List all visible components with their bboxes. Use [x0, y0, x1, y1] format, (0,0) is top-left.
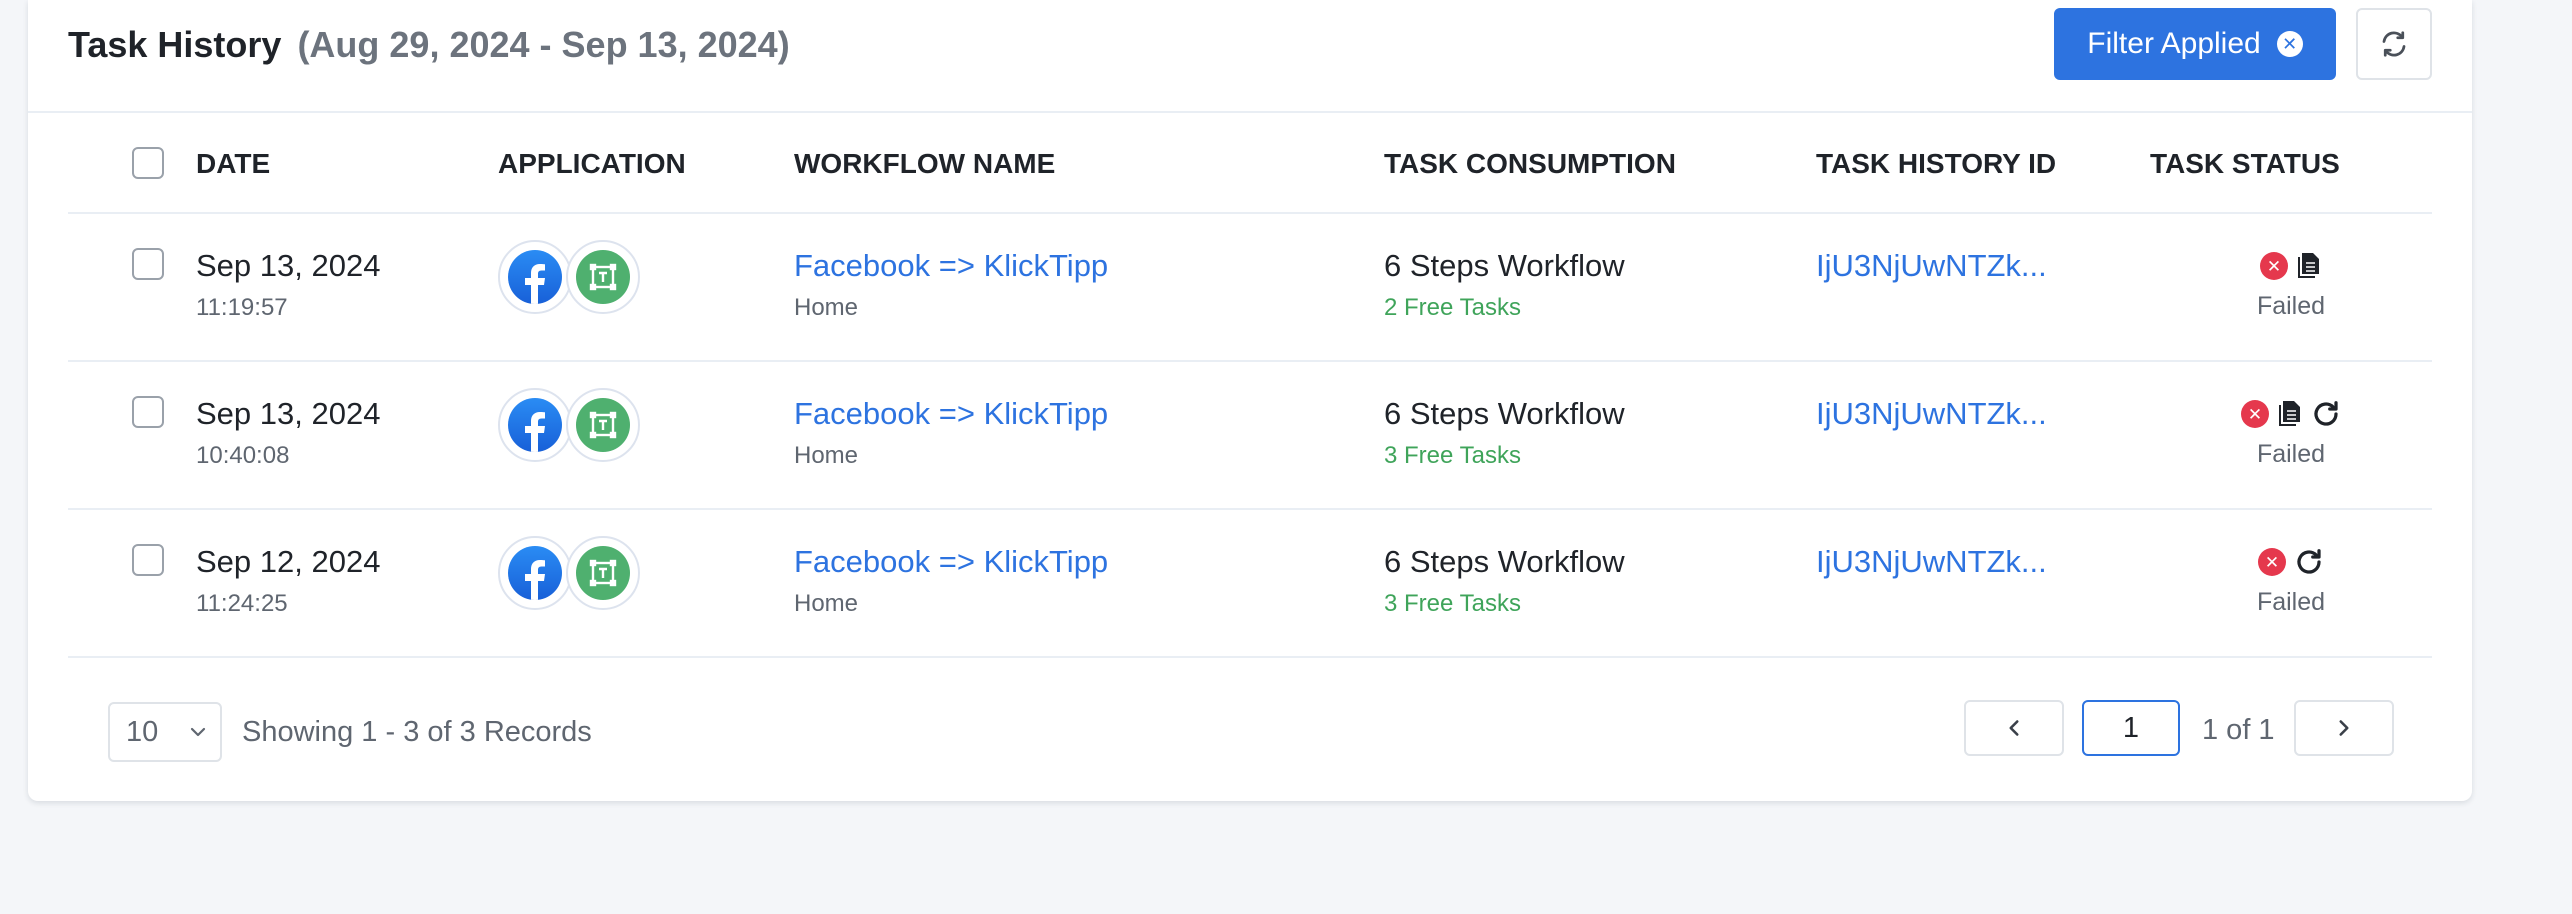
copy-icon[interactable]	[2277, 400, 2303, 428]
row-apps	[498, 536, 794, 610]
row-date: Sep 13, 2024	[196, 396, 381, 431]
page-size-value: 10	[126, 715, 159, 748]
workflow-folder: Home	[794, 294, 859, 321]
records-summary: Showing 1 - 3 of 3 Records	[242, 716, 592, 748]
date-range: (Aug 29, 2024 - Sep 13, 2024)	[297, 24, 790, 65]
workflow-name-link[interactable]: Facebook => KlickTipp	[794, 248, 1384, 284]
table-footer: 10 Showing 1 - 3 of 3 Records 1 1 of 1	[28, 660, 2472, 800]
status-badge: Failed	[2256, 292, 2326, 320]
column-header-date[interactable]: DATE	[196, 115, 498, 214]
chevron-down-icon	[190, 727, 206, 737]
row-apps	[498, 388, 794, 462]
row-checkbox[interactable]	[132, 396, 164, 428]
next-page-button[interactable]	[2294, 700, 2394, 756]
workflow-name-link[interactable]: Facebook => KlickTipp	[794, 544, 1384, 580]
failed-icon: ✕	[2260, 252, 2288, 280]
task-history-id-link[interactable]: IjU3NjUwNTZk...	[1816, 544, 2150, 580]
retry-icon[interactable]	[2311, 399, 2341, 429]
task-consumption: 6 Steps Workflow	[1384, 248, 1625, 283]
card-header: Task History (Aug 29, 2024 - Sep 13, 202…	[28, 0, 2472, 113]
free-tasks: 2 Free Tasks	[1384, 294, 1521, 321]
task-consumption: 6 Steps Workflow	[1384, 544, 1625, 579]
row-time: 11:19:57	[196, 294, 288, 321]
column-header-application[interactable]: APPLICATION	[498, 115, 794, 214]
task-history-id-link[interactable]: IjU3NjUwNTZk...	[1816, 248, 2150, 284]
task-consumption: 6 Steps Workflow	[1384, 396, 1625, 431]
workflow-folder: Home	[794, 442, 859, 469]
failed-icon: ✕	[2241, 400, 2269, 428]
klicktipp-icon	[576, 250, 630, 304]
task-history-id-link[interactable]: IjU3NjUwNTZk...	[1816, 396, 2150, 432]
page-title: Task History (Aug 29, 2024 - Sep 13, 202…	[68, 24, 790, 66]
clear-filter-icon[interactable]: ✕	[2276, 31, 2303, 57]
task-history-card: Task History (Aug 29, 2024 - Sep 13, 202…	[28, 0, 2472, 801]
facebook-icon	[508, 546, 562, 600]
table-row: Sep 13, 2024 11:19:57 Facebook => KlickT…	[68, 213, 2432, 362]
status-badge: Failed	[2256, 440, 2326, 468]
column-header-task-history-id[interactable]: TASK HISTORY ID	[1816, 115, 2150, 214]
current-page-input[interactable]: 1	[2082, 700, 2180, 756]
free-tasks: 3 Free Tasks	[1384, 442, 1521, 469]
select-all-checkbox[interactable]	[132, 147, 164, 179]
row-date: Sep 13, 2024	[196, 248, 381, 283]
column-header-task-status[interactable]: TASK STATUS	[2150, 115, 2432, 214]
klicktipp-icon	[576, 546, 630, 600]
row-date: Sep 12, 2024	[196, 544, 381, 579]
page-size-select[interactable]: 10	[108, 702, 222, 762]
table-row: Sep 13, 2024 10:40:08 Facebook => KlickT…	[68, 361, 2432, 510]
workflow-folder: Home	[794, 590, 859, 617]
copy-icon[interactable]	[2296, 252, 2322, 280]
refresh-button[interactable]	[2356, 8, 2432, 80]
row-apps	[498, 240, 794, 314]
failed-icon: ✕	[2258, 548, 2286, 576]
klicktipp-icon	[576, 398, 630, 452]
select-all-cell	[68, 115, 196, 214]
chevron-left-icon	[2009, 720, 2019, 736]
workflow-name-link[interactable]: Facebook => KlickTipp	[794, 396, 1384, 432]
page-count: 1 of 1	[2202, 714, 2275, 746]
row-checkbox[interactable]	[132, 544, 164, 576]
refresh-icon	[2382, 31, 2406, 57]
filter-applied-label: Filter Applied	[2087, 27, 2261, 60]
task-history-table: DATE APPLICATION WORKFLOW NAME TASK CONS…	[68, 115, 2432, 658]
row-checkbox[interactable]	[132, 248, 164, 280]
column-header-task-consumption[interactable]: TASK CONSUMPTION	[1384, 115, 1816, 214]
filter-applied-button[interactable]: Filter Applied ✕	[2054, 8, 2336, 80]
chevron-right-icon	[2339, 720, 2349, 736]
status-badge: Failed	[2256, 588, 2326, 616]
prev-page-button[interactable]	[1964, 700, 2064, 756]
page-title-text: Task History	[68, 24, 282, 65]
facebook-icon	[508, 398, 562, 452]
row-time: 11:24:25	[196, 590, 288, 617]
facebook-icon	[508, 250, 562, 304]
column-header-workflow-name[interactable]: WORKFLOW NAME	[794, 115, 1384, 214]
retry-icon[interactable]	[2294, 547, 2324, 577]
free-tasks: 3 Free Tasks	[1384, 590, 1521, 617]
row-time: 10:40:08	[196, 442, 290, 469]
table-header-row: DATE APPLICATION WORKFLOW NAME TASK CONS…	[68, 115, 2432, 214]
table-row: Sep 12, 2024 11:24:25 Facebook => KlickT…	[68, 509, 2432, 658]
